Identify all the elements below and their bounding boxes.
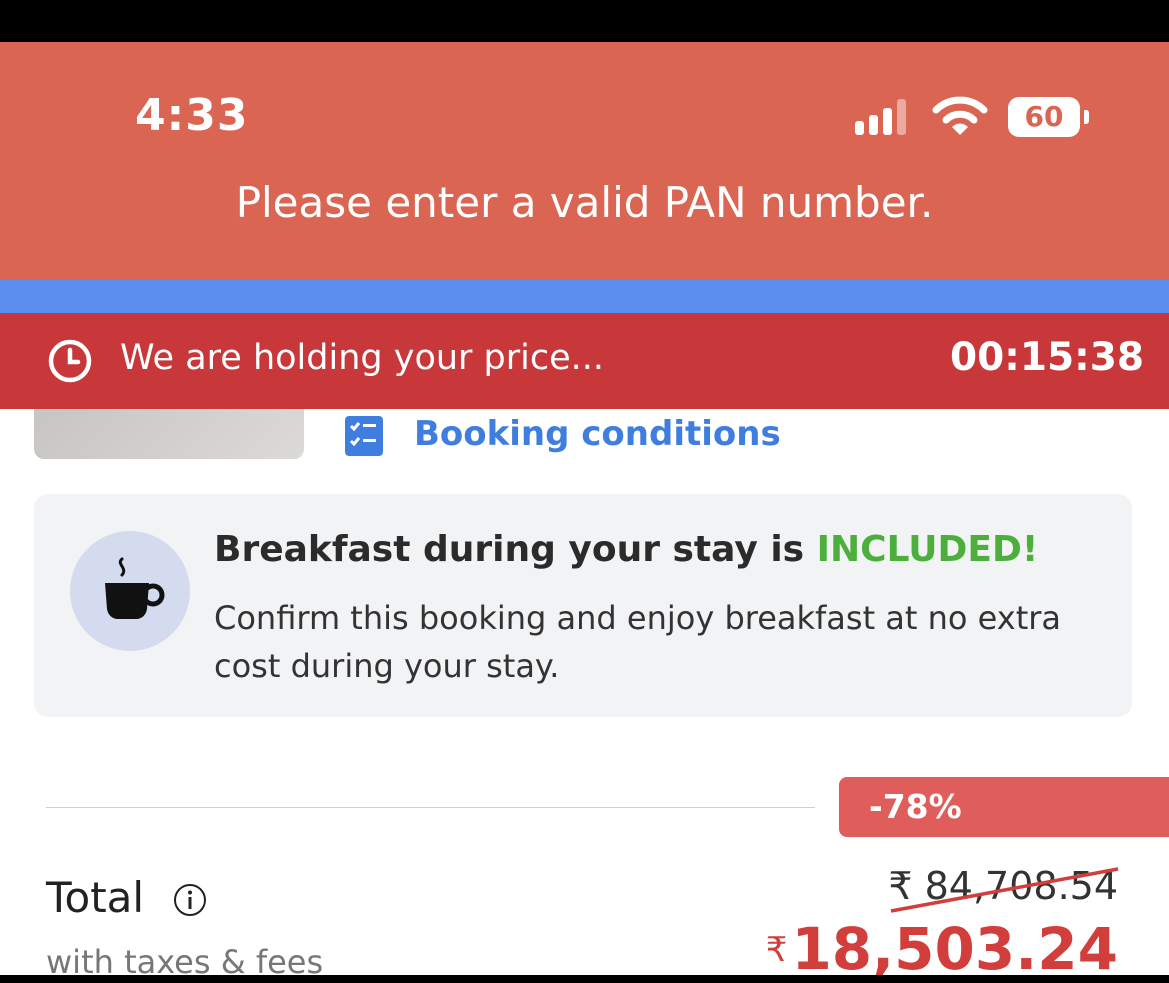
battery-icon: 60	[1008, 97, 1080, 137]
booking-conditions-link[interactable]: Booking conditions	[414, 414, 781, 454]
final-price-value: 18,503.24	[791, 915, 1118, 983]
toast-message: Please enter a valid PAN number.	[235, 178, 934, 227]
hold-timer: 00:15:38	[950, 335, 1145, 380]
top-black-bar	[0, 0, 1169, 42]
battery-level: 60	[1024, 100, 1064, 133]
error-toast[interactable]	[0, 42, 1169, 280]
currency-symbol: ₹	[765, 930, 788, 970]
wifi-icon	[932, 96, 988, 135]
signal-icon	[855, 99, 915, 135]
breakfast-description: Confirm this booking and enjoy breakfast…	[214, 599, 1062, 685]
info-icon[interactable]	[172, 882, 208, 918]
clock-icon	[48, 339, 92, 383]
divider	[46, 807, 815, 808]
coffee-cup-icon	[70, 531, 190, 651]
breakfast-title-text: Breakfast during your stay is	[214, 529, 817, 570]
bottom-black-bar	[0, 975, 1169, 983]
checklist-icon[interactable]	[345, 416, 383, 456]
discount-badge: -78%	[839, 777, 1169, 837]
status-time: 4:33	[135, 90, 249, 141]
strikethrough-line	[890, 867, 1119, 913]
breakfast-title: Breakfast during your stay is INCLUDED!	[214, 529, 1038, 570]
discount-text: -78%	[869, 787, 962, 826]
hold-price-text: We are holding your price...	[120, 338, 605, 378]
final-price: ₹18,503.24	[640, 915, 1118, 983]
total-label: Total	[46, 873, 145, 922]
hotel-thumbnail[interactable]	[34, 409, 304, 459]
battery-nub	[1084, 110, 1089, 124]
blue-strip	[0, 280, 1169, 313]
included-highlight: INCLUDED!	[816, 529, 1039, 570]
